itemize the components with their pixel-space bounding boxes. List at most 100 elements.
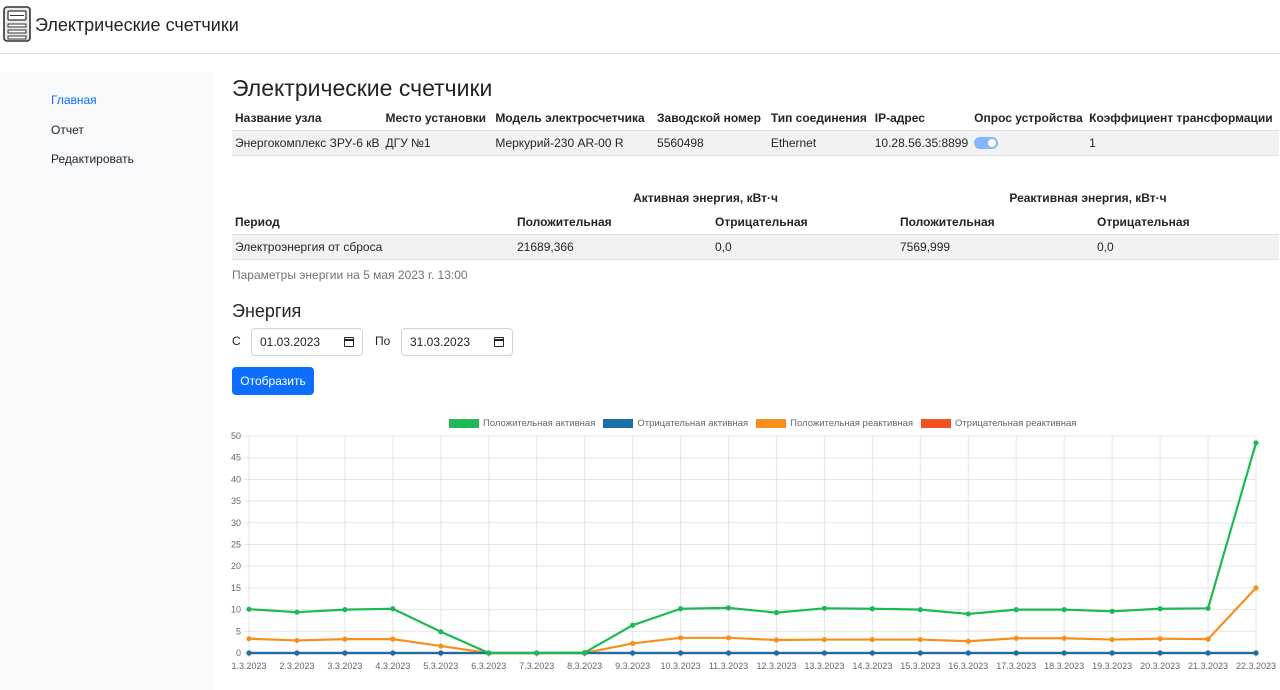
- data-point: [869, 650, 875, 656]
- x-tick-label: 11.3.2023: [709, 661, 748, 671]
- data-point: [821, 605, 828, 611]
- data-point: [1061, 607, 1067, 613]
- to-date-value: 31.03.2023: [410, 335, 471, 349]
- device-table: Название узла Место установки Модель эле…: [232, 106, 1279, 156]
- data-point: [630, 622, 636, 628]
- to-label: По: [375, 334, 391, 348]
- cell-node-name: Энергокомплекс ЗРУ-6 кВ: [232, 130, 383, 156]
- app-title: Электрические счетчики: [35, 15, 239, 35]
- data-point: [1157, 636, 1163, 642]
- x-tick-label: 14.3.2023: [852, 661, 892, 671]
- sidebar-item-home[interactable]: Главная: [51, 93, 97, 107]
- data-point: [1013, 607, 1019, 613]
- calendar-icon[interactable]: [343, 337, 354, 347]
- series-line: [248, 442, 1258, 655]
- data-point: [390, 636, 396, 642]
- data-point: [1109, 650, 1115, 656]
- data-point: [1253, 440, 1259, 446]
- group-header-reactive: Реактивная энергия, кВт·ч: [1009, 191, 1167, 205]
- data-point: [677, 635, 684, 641]
- x-tick-label: 8.3.2023: [567, 661, 602, 671]
- energy-chart: Положительная активная Отрицательная акти…: [220, 412, 1280, 690]
- data-point: [917, 607, 923, 613]
- x-tick-label: 4.3.2023: [375, 661, 410, 671]
- data-point: [1253, 585, 1259, 591]
- x-tick-label: 10.3.2023: [661, 661, 701, 671]
- data-point: [630, 640, 636, 647]
- y-tick-label: 5: [236, 626, 241, 636]
- polling-toggle[interactable]: [974, 137, 999, 150]
- col-header-ip: IP-адрес: [871, 106, 972, 131]
- data-point: [390, 606, 396, 612]
- x-tick-label: 12.3.2023: [756, 661, 796, 671]
- data-point: [294, 637, 300, 644]
- col-header-reactive-positive: Положительная: [897, 210, 1094, 235]
- data-point: [582, 649, 588, 656]
- data-point: [773, 637, 780, 643]
- data-point: [1205, 605, 1211, 611]
- data-point: [342, 607, 348, 613]
- data-point: [965, 611, 971, 617]
- show-button[interactable]: Отобразить: [232, 367, 314, 395]
- y-tick-label: 25: [231, 540, 241, 550]
- cell-location: ДГУ №1: [382, 130, 493, 156]
- data-point: [630, 650, 636, 656]
- col-header-active-positive: Положительная: [514, 210, 712, 235]
- params-note: Параметры энергии на 5 мая 2023 г. 13:00: [232, 268, 468, 282]
- x-tick-label: 17.3.2023: [996, 661, 1036, 671]
- cell-active-negative: 0,0: [712, 234, 897, 260]
- x-tick-label: 6.3.2023: [471, 661, 506, 671]
- data-point: [1013, 635, 1019, 641]
- x-tick-label: 15.3.2023: [900, 661, 940, 671]
- data-point: [917, 636, 923, 643]
- y-tick-label: 40: [231, 474, 241, 484]
- data-point: [1253, 650, 1259, 656]
- data-point: [869, 606, 875, 612]
- col-header-reactive-negative: Отрицательная: [1094, 210, 1279, 235]
- y-tick-label: 30: [231, 518, 241, 528]
- sidebar-item-edit[interactable]: Редактировать: [51, 152, 134, 166]
- x-tick-label: 21.3.2023: [1188, 661, 1228, 671]
- from-date-input[interactable]: 01.03.2023: [251, 328, 363, 356]
- data-point: [342, 650, 348, 656]
- data-point: [677, 606, 684, 612]
- data-point: [246, 606, 252, 612]
- x-tick-label: 1.3.2023: [231, 661, 266, 671]
- data-point: [294, 609, 300, 615]
- x-tick-label: 16.3.2023: [948, 661, 988, 671]
- data-point: [534, 650, 540, 656]
- calendar-icon[interactable]: [493, 337, 504, 347]
- data-point: [390, 650, 396, 656]
- data-point: [438, 629, 444, 635]
- top-bar: Электрические счетчики: [0, 0, 1280, 54]
- y-tick-label: 35: [231, 496, 241, 506]
- data-point: [773, 650, 780, 656]
- data-point: [821, 636, 828, 643]
- to-date-input[interactable]: 31.03.2023: [401, 328, 513, 356]
- data-point: [438, 650, 444, 656]
- data-point: [1013, 650, 1019, 656]
- x-tick-label: 9.3.2023: [615, 661, 650, 671]
- y-tick-label: 15: [231, 583, 241, 593]
- data-point: [1109, 636, 1115, 643]
- energy-section-title: Энергия: [232, 301, 302, 321]
- data-point: [486, 650, 492, 656]
- data-point: [1109, 608, 1115, 614]
- x-tick-label: 20.3.2023: [1140, 661, 1180, 671]
- x-tick-label: 19.3.2023: [1092, 661, 1132, 671]
- page-title: Электрические счетчики: [232, 75, 493, 101]
- data-point: [1061, 650, 1067, 656]
- data-point: [869, 636, 875, 643]
- col-header-polling: Опрос устройства: [971, 106, 1087, 131]
- cell-reactive-positive: 7569,999: [897, 234, 1094, 260]
- data-point: [1205, 636, 1211, 642]
- col-header-ratio: Коэффициент трансформации: [1086, 106, 1279, 131]
- cell-connection: Ethernet: [767, 130, 872, 156]
- table-row: Энергокомплекс ЗРУ-6 кВ ДГУ №1 Меркурий-…: [232, 130, 1279, 156]
- y-tick-label: 20: [231, 561, 241, 571]
- data-point: [821, 650, 828, 656]
- series-line: [248, 587, 1257, 655]
- sidebar-item-report[interactable]: Отчет: [51, 123, 84, 137]
- data-point: [438, 643, 444, 649]
- x-tick-label: 3.3.2023: [327, 661, 362, 671]
